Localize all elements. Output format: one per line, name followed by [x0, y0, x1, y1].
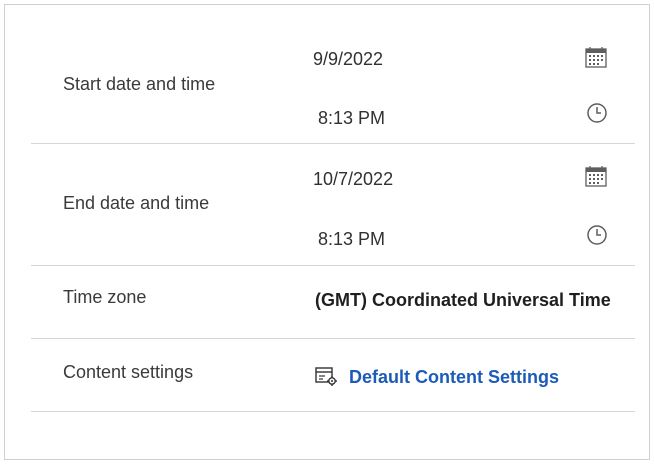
end-time-field[interactable]: 8:13 PM [318, 229, 385, 250]
clock-icon[interactable] [586, 102, 610, 126]
event-details-panel: Start date and time 9/9/2022 8:13 PM End… [4, 4, 650, 460]
settings-form-icon [315, 366, 339, 388]
time-zone-label: Time zone [63, 287, 147, 307]
divider [31, 411, 635, 412]
content-settings-link-row[interactable]: Default Content Settings [315, 366, 559, 388]
start-time-field[interactable]: 8:13 PM [318, 108, 385, 129]
divider [31, 265, 635, 266]
divider [31, 338, 635, 339]
content-settings-label: Content settings [63, 362, 194, 382]
end-date-field[interactable]: 10/7/2022 [313, 169, 393, 190]
end-date-time-label: End date and time [63, 193, 210, 213]
calendar-icon[interactable] [584, 45, 608, 69]
start-date-time-label: Start date and time [63, 74, 216, 94]
divider [31, 143, 635, 144]
default-content-settings-link[interactable]: Default Content Settings [349, 367, 559, 388]
clock-icon[interactable] [586, 224, 610, 248]
start-date-field[interactable]: 9/9/2022 [313, 49, 383, 70]
calendar-icon[interactable] [584, 164, 608, 188]
time-zone-value[interactable]: (GMT) Coordinated Universal Time [315, 290, 625, 311]
